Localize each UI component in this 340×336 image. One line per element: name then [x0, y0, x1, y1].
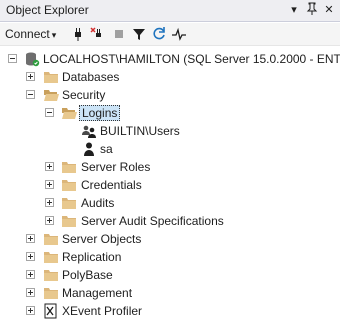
filter-icon[interactable]	[131, 26, 147, 42]
folder-icon	[43, 249, 59, 265]
folder-icon	[61, 159, 77, 175]
expand-toggle[interactable]	[26, 72, 35, 81]
stop-icon[interactable]	[111, 26, 127, 42]
server-label: LOCALHOST\HAMILTON (SQL Server 15.0.2000…	[43, 52, 340, 66]
tree-label-replication: Replication	[62, 250, 122, 264]
tree-label-databases: Databases	[62, 70, 120, 84]
folder-icon	[61, 177, 77, 193]
expand-toggle[interactable]	[45, 180, 54, 189]
folder-icon	[43, 285, 59, 301]
tree-node-server-objects[interactable]: Server Objects	[0, 230, 300, 248]
tree-label-credentials: Credentials	[81, 178, 142, 192]
object-explorer-toolbar: Connect ▾	[0, 23, 340, 46]
folder-icon	[43, 231, 59, 247]
tree-node-credentials[interactable]: Credentials	[0, 176, 300, 194]
expand-toggle[interactable]	[45, 216, 54, 225]
folder-icon	[61, 213, 77, 229]
refresh-icon[interactable]	[151, 26, 167, 42]
tree-node-databases[interactable]: Databases	[0, 68, 300, 86]
collapse-toggle[interactable]	[26, 90, 35, 99]
expand-toggle[interactable]	[26, 252, 35, 261]
group-login-icon	[81, 123, 97, 139]
tree-node-login-builtin-users[interactable]: BUILTIN\Users	[0, 122, 300, 140]
expand-toggle[interactable]	[45, 162, 54, 171]
expand-toggle[interactable]	[26, 234, 35, 243]
expand-toggle[interactable]	[26, 306, 35, 315]
tree-node-logins[interactable]: Logins	[0, 104, 300, 122]
tree-label-audits: Audits	[81, 196, 115, 210]
chevron-down-icon: ▾	[51, 30, 57, 40]
tree-node-server-audit-specifications[interactable]: Server Audit Specifications	[0, 212, 300, 230]
tree-node-management[interactable]: Management	[0, 284, 300, 302]
folder-open-icon	[43, 87, 59, 103]
folder-icon	[43, 267, 59, 283]
tree-node-server-roles[interactable]: Server Roles	[0, 158, 300, 176]
tree-label-xevent-profiler: XEvent Profiler	[62, 304, 143, 318]
expand-toggle[interactable]	[45, 198, 54, 207]
tree-label-server-objects: Server Objects	[62, 232, 142, 246]
tree-label-server-audit-specifications: Server Audit Specifications	[81, 214, 224, 228]
tree-node-replication[interactable]: Replication	[0, 248, 300, 266]
collapse-toggle[interactable]	[8, 54, 17, 63]
panel-title-bar: Object Explorer ▾ ✕	[0, 0, 340, 22]
expand-toggle[interactable]	[26, 288, 35, 297]
user-login-icon	[81, 141, 97, 157]
tree-node-xevent-profiler[interactable]: XEvent Profiler	[0, 302, 300, 320]
tree-label-management: Management	[62, 286, 133, 300]
pin-icon[interactable]	[304, 2, 320, 18]
tree-node-polybase[interactable]: PolyBase	[0, 266, 300, 284]
tree-label-login-sa: sa	[100, 142, 113, 156]
collapse-toggle[interactable]	[45, 108, 54, 117]
folder-icon	[61, 195, 77, 211]
tree-label-login-builtin-users: BUILTIN\Users	[100, 124, 180, 138]
folder-open-icon	[61, 105, 77, 121]
tree-label-security: Security	[62, 88, 106, 102]
tree-label-polybase: PolyBase	[62, 268, 113, 282]
connect-plug-icon[interactable]	[70, 26, 86, 42]
server-icon	[24, 51, 40, 67]
folder-icon	[43, 69, 59, 85]
tree-node-login-sa[interactable]: sa	[0, 140, 300, 158]
xevent-profiler-icon	[43, 303, 59, 319]
close-icon[interactable]: ✕	[321, 2, 337, 18]
connect-button[interactable]: Connect ▾	[5, 27, 56, 41]
tree-label-server-roles: Server Roles	[81, 160, 151, 174]
window-position-dropdown-icon[interactable]: ▾	[286, 2, 302, 18]
tree-node-security[interactable]: Security	[0, 86, 300, 104]
tree-label-logins: Logins	[79, 105, 121, 121]
panel-title: Object Explorer	[6, 3, 89, 17]
tree-node-server[interactable]: LOCALHOST\HAMILTON (SQL Server 15.0.2000…	[0, 50, 340, 68]
expand-toggle[interactable]	[26, 270, 35, 279]
connect-label: Connect	[5, 27, 50, 41]
disconnect-icon[interactable]	[90, 26, 106, 42]
activity-monitor-icon[interactable]	[171, 26, 187, 42]
tree-node-audits[interactable]: Audits	[0, 194, 300, 212]
